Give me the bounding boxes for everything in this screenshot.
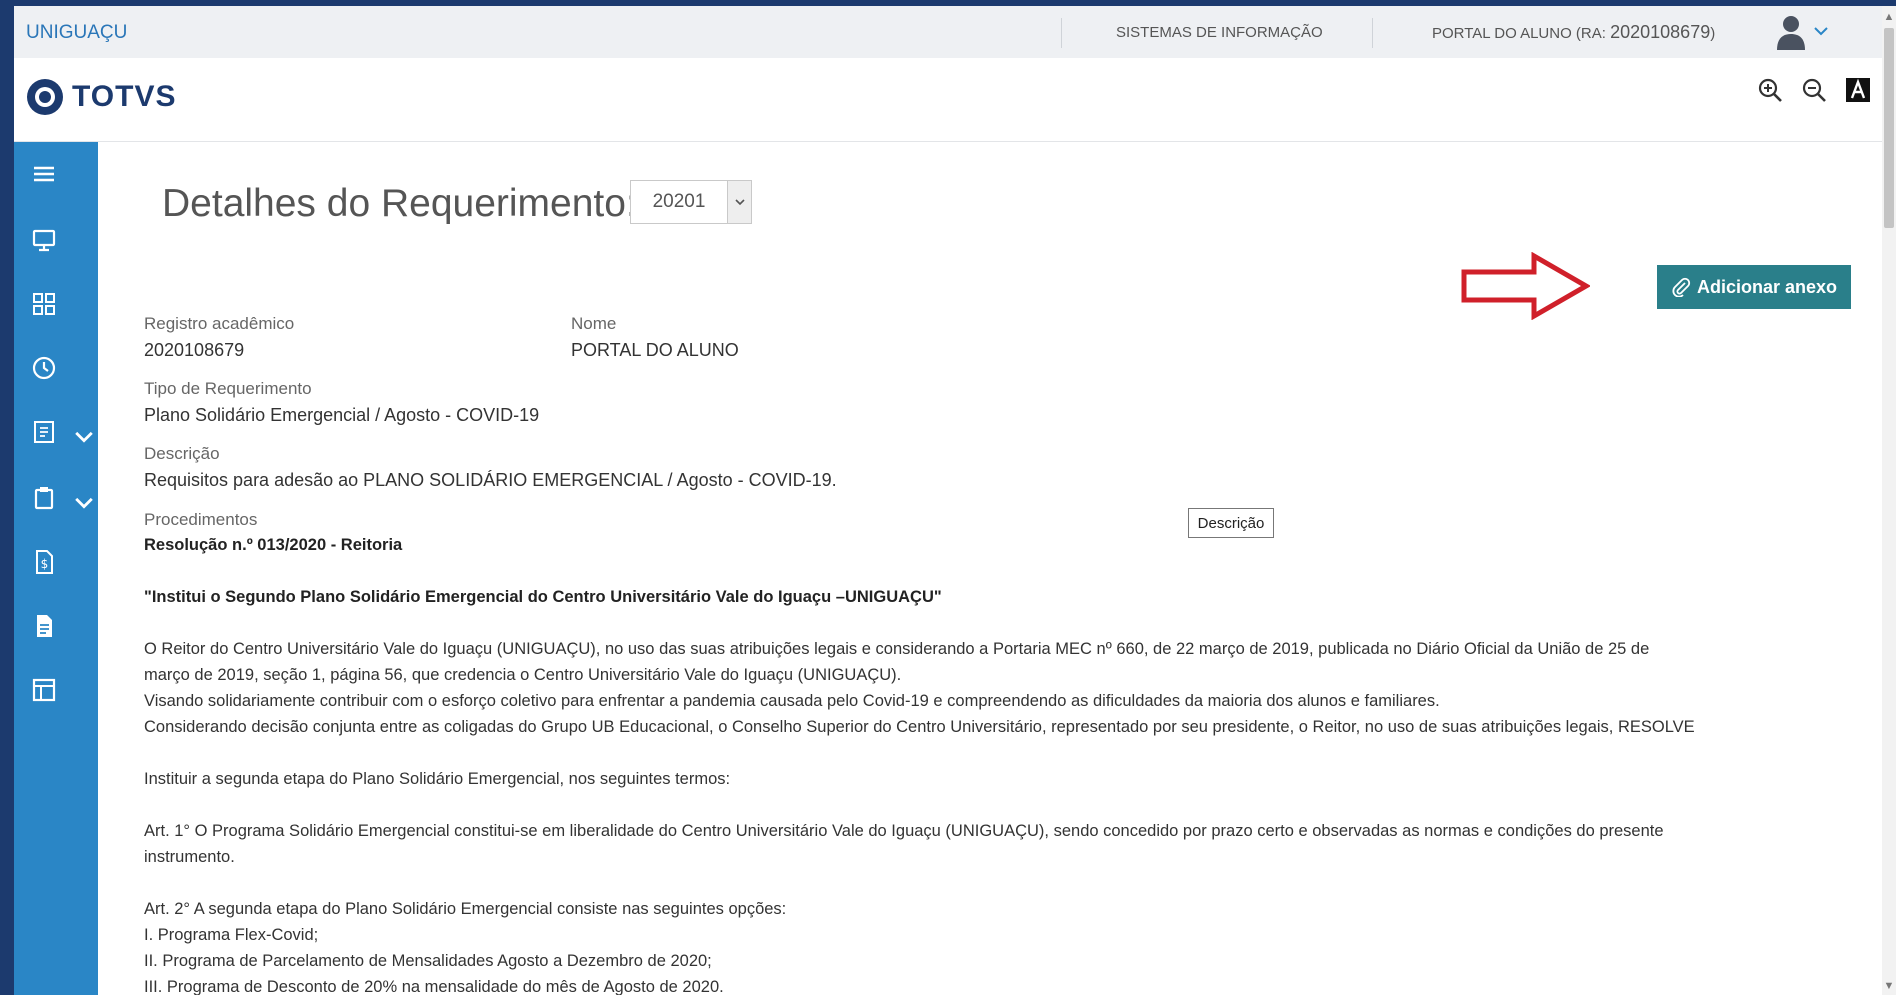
sidebar-item-dashboard[interactable] xyxy=(14,212,98,268)
scroll-up-icon[interactable]: ▲ xyxy=(1883,10,1895,24)
list-item: I. Programa Flex-Covid; xyxy=(144,926,319,944)
svg-text:$: $ xyxy=(41,557,49,571)
sidebar-menu-toggle[interactable] xyxy=(14,146,98,202)
app-header: TOTVS xyxy=(14,58,1882,142)
totvs-logo[interactable]: TOTVS xyxy=(26,78,176,116)
document-list-icon xyxy=(34,421,54,443)
sidebar: $ xyxy=(14,142,98,995)
zoom-in-icon[interactable] xyxy=(1756,76,1784,104)
logo-text: TOTVS xyxy=(72,80,177,113)
browser-frame: UNIGUAÇU SISTEMAS DE INFORMAÇÃO PORTAL D… xyxy=(14,6,1896,995)
topbar-separator xyxy=(1372,18,1373,48)
monitor-icon xyxy=(32,229,56,252)
brand-name[interactable]: UNIGUAÇU xyxy=(26,22,127,44)
scroll-thumb[interactable] xyxy=(1884,28,1894,228)
descricao-label: Descrição xyxy=(144,444,220,463)
sidebar-item-files[interactable] xyxy=(14,598,98,654)
paragraph-line: março de 2019, seção 1, página 56, que c… xyxy=(144,666,902,684)
select-arrow[interactable] xyxy=(727,181,751,223)
user-avatar-icon[interactable] xyxy=(1774,14,1808,50)
sidebar-item-history[interactable] xyxy=(14,340,98,396)
chevron-down-icon xyxy=(75,497,93,509)
grid-icon xyxy=(33,293,55,315)
nome-label: Nome xyxy=(571,314,617,333)
add-attachment-label: Adicionar anexo xyxy=(1696,276,1838,297)
vertical-scrollbar[interactable]: ▲ ▼ xyxy=(1882,6,1896,995)
tipo-label: Tipo de Requerimento xyxy=(144,379,312,398)
file-icon xyxy=(37,615,52,637)
red-arrow-annotation xyxy=(1461,252,1590,320)
sidebar-item-documents[interactable] xyxy=(14,404,98,460)
institui-heading: "Institui o Segundo Plano Solidário Emer… xyxy=(144,588,942,606)
paragraph-line: Instituir a segunda etapa do Plano Solid… xyxy=(144,770,731,788)
period-select[interactable]: 20201 xyxy=(630,180,752,224)
paragraph-line: Visando solidariamente contribuir com o … xyxy=(144,692,1440,710)
sidebar-item-finance[interactable]: $ xyxy=(14,534,98,590)
sistemas-link[interactable]: SISTEMAS DE INFORMAÇÃO xyxy=(1116,24,1323,41)
article-1-line: Art. 1° O Programa Solidário Emergencial… xyxy=(144,822,1664,840)
list-item: III. Programa de Desconto de 20% na mens… xyxy=(144,978,724,995)
portal-aluno-link[interactable]: PORTAL DO ALUNO (RA: 2020108679) xyxy=(1432,22,1715,43)
finance-icon: $ xyxy=(36,550,53,574)
ra-label: Registro acadêmico xyxy=(144,314,295,333)
paragraph-line: Considerando decisão conjunta entre as c… xyxy=(144,718,1695,736)
article-2-line: Art. 2° A segunda etapa do Plano Solidár… xyxy=(144,900,787,918)
sidebar-item-apps[interactable] xyxy=(14,276,98,332)
tipo-value: Plano Solidário Emergencial / Agosto - C… xyxy=(144,405,540,425)
layout-icon xyxy=(32,678,56,702)
ra-number: 2020108679 xyxy=(1610,22,1711,42)
ra-value: 2020108679 xyxy=(144,340,245,360)
paperclip-icon xyxy=(1672,277,1691,297)
clock-icon xyxy=(32,356,56,380)
page-title: Detalhes do Requerimento: xyxy=(162,182,637,225)
zoom-out-icon[interactable] xyxy=(1800,76,1828,104)
procedimentos-label: Procedimentos xyxy=(144,510,258,529)
article-1-line: instrumento. xyxy=(144,848,235,866)
descricao-button[interactable]: Descrição xyxy=(1188,508,1274,538)
chevron-down-icon xyxy=(734,199,745,206)
topbar-separator xyxy=(1061,18,1062,48)
period-value: 20201 xyxy=(652,191,706,212)
chevron-down-icon xyxy=(75,431,93,443)
paragraph-line: O Reitor do Centro Universitário Vale do… xyxy=(144,640,1650,658)
menu-icon xyxy=(34,166,54,182)
sidebar-item-requests[interactable] xyxy=(14,470,98,526)
add-attachment-button[interactable]: Adicionar anexo xyxy=(1657,265,1851,309)
top-bar: UNIGUAÇU SISTEMAS DE INFORMAÇÃO PORTAL D… xyxy=(14,6,1882,58)
scroll-down-icon[interactable]: ▼ xyxy=(1883,979,1895,993)
list-item: II. Programa de Parcelamento de Mensalid… xyxy=(144,952,712,970)
nome-value: PORTAL DO ALUNO xyxy=(571,340,739,360)
chevron-down-icon[interactable] xyxy=(1810,20,1832,42)
resolucao-heading: Resolução n.º 013/2020 - Reitoria xyxy=(144,536,403,554)
sidebar-item-layout[interactable] xyxy=(14,662,98,718)
clipboard-icon xyxy=(34,487,54,510)
descricao-value: Requisitos para adesão ao PLANO SOLIDÁRI… xyxy=(144,470,837,490)
font-size-icon[interactable] xyxy=(1844,76,1872,104)
totvs-logo-icon xyxy=(27,79,63,115)
main-content: Detalhes do Requerimento: 20201 Adiciona… xyxy=(98,142,1882,995)
